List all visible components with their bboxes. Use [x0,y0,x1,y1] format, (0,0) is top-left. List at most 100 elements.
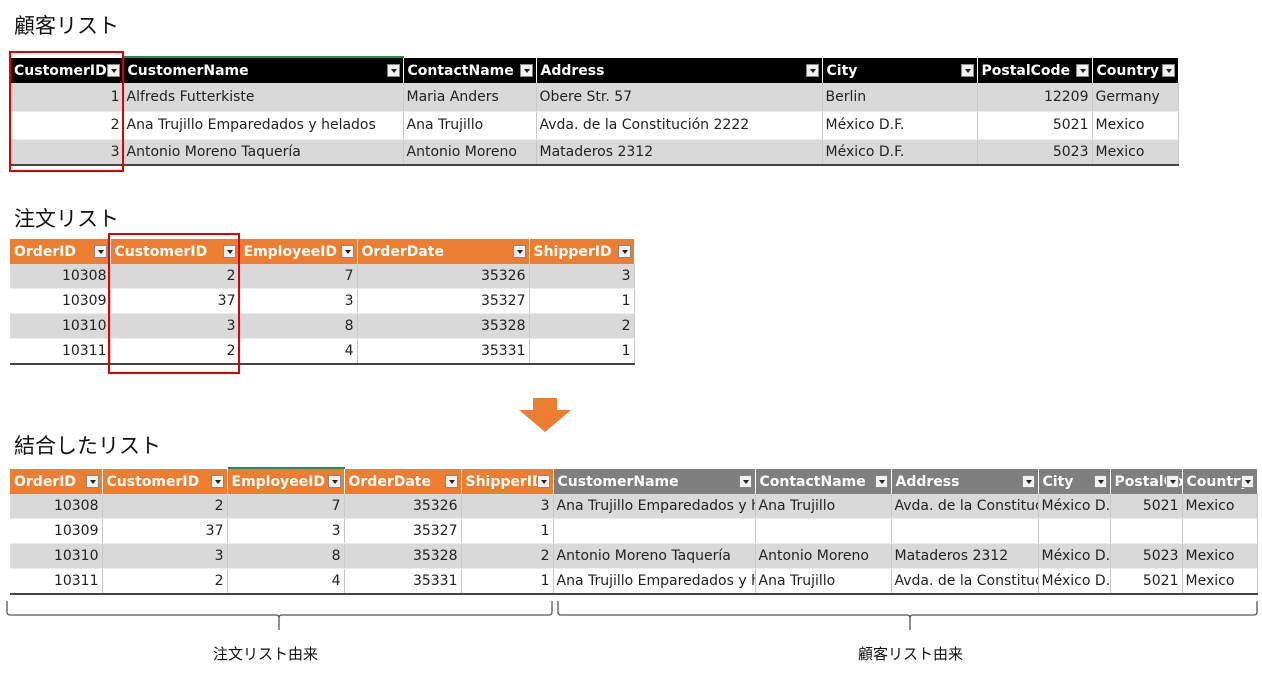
cell[interactable]: 10310 [10,543,103,569]
cell[interactable]: México D.F. [822,111,978,140]
cell[interactable]: Antonio Moreno Taquería [123,139,404,166]
filter-dropdown-icon[interactable] [1093,475,1107,488]
cell[interactable]: 5023 [977,139,1093,166]
col-header-contactname[interactable]: ContactName [403,58,537,83]
cell[interactable]: 12209 [977,83,1093,112]
cell[interactable]: 3 [102,543,228,569]
col-header-postalcode[interactable]: PostalCode [1110,469,1183,494]
cell[interactable]: Avda. de la Constitución 2222 [536,111,823,140]
cell[interactable]: 10311 [10,338,111,365]
col-header-employeeid[interactable]: EmployeeID [227,469,345,494]
cell[interactable]: 35327 [344,518,462,544]
col-header-orderid[interactable]: OrderID [10,469,103,494]
cell[interactable]: 35328 [344,543,462,569]
col-header-contactname[interactable]: ContactName [755,469,892,494]
filter-dropdown-icon[interactable] [1161,64,1175,77]
filter-dropdown-icon[interactable] [536,475,550,488]
cell[interactable]: 4 [239,338,358,365]
cell[interactable]: 7 [239,264,358,289]
col-header-orderid[interactable]: OrderID [10,239,111,264]
filter-dropdown-icon[interactable] [1021,475,1035,488]
cell[interactable]: Mataderos 2312 [536,139,823,166]
cell[interactable]: 8 [239,313,358,339]
col-header-customername[interactable]: CustomerName [553,469,756,494]
filter-dropdown-icon[interactable] [738,475,752,488]
cell[interactable]: 10309 [10,518,103,544]
cell[interactable]: 7 [227,494,345,519]
cell[interactable] [553,518,756,544]
cell[interactable]: 35331 [344,568,462,595]
cell[interactable]: Ana Trujillo Emparedados y helados [553,568,756,595]
cell[interactable] [1182,518,1258,544]
cell[interactable]: Ana Trujillo Emparedados y helados [123,111,404,140]
filter-dropdown-icon[interactable] [519,64,533,77]
cell[interactable]: Germany [1092,83,1179,112]
cell[interactable] [755,518,892,544]
filter-dropdown-icon[interactable] [805,64,819,77]
cell[interactable]: 3 [529,264,635,289]
filter-dropdown-icon[interactable] [874,475,888,488]
filter-dropdown-icon[interactable] [386,64,400,77]
cell[interactable]: 2 [461,543,554,569]
col-header-city[interactable]: City [822,58,978,83]
filter-dropdown-icon[interactable] [1075,64,1089,77]
cell[interactable]: México D.F. [1038,568,1111,595]
cell[interactable]: México D.F. [822,139,978,166]
cell[interactable]: 3 [227,518,345,544]
cell[interactable]: Obere Str. 57 [536,83,823,112]
cell[interactable]: 3 [461,494,554,519]
col-header-customerid[interactable]: CustomerID [102,469,228,494]
cell[interactable]: Avda. de la Constitución 2222 [891,568,1039,595]
cell[interactable]: 2 [529,313,635,339]
cell[interactable]: 1 [529,338,635,365]
cell[interactable]: 2 [102,494,228,519]
cell[interactable]: Berlin [822,83,978,112]
cell[interactable]: Mexico [1092,139,1179,166]
col-header-employeeid[interactable]: EmployeeID [239,239,358,264]
cell[interactable]: Ana Trujillo [755,568,892,595]
col-header-orderdate[interactable]: OrderDate [357,239,530,264]
cell[interactable]: 10308 [10,264,111,289]
filter-dropdown-icon[interactable] [93,245,107,258]
cell[interactable]: 5021 [977,111,1093,140]
cell[interactable]: Mexico [1092,111,1179,140]
col-header-address[interactable]: Address [891,469,1039,494]
col-header-orderdate[interactable]: OrderDate [344,469,462,494]
cell[interactable]: 1 [461,518,554,544]
cell[interactable]: 35326 [357,264,530,289]
cell[interactable] [1038,518,1111,544]
cell[interactable] [891,518,1039,544]
col-header-shipperid[interactable]: ShipperID [529,239,635,264]
cell[interactable] [1110,518,1183,544]
filter-dropdown-icon[interactable] [210,475,224,488]
filter-dropdown-icon[interactable] [327,475,341,488]
col-header-address[interactable]: Address [536,58,823,83]
cell[interactable]: 35326 [344,494,462,519]
cell[interactable]: México D.F. [1038,494,1111,519]
cell[interactable]: 35327 [357,288,530,314]
filter-dropdown-icon[interactable] [1240,475,1254,488]
filter-dropdown-icon[interactable] [340,245,354,258]
cell[interactable]: Mataderos 2312 [891,543,1039,569]
cell[interactable]: 35328 [357,313,530,339]
cell[interactable]: 1 [461,568,554,595]
cell[interactable]: 5023 [1110,543,1183,569]
cell[interactable]: Mexico [1182,568,1258,595]
cell[interactable]: 10309 [10,288,111,314]
cell[interactable]: Avda. de la Constitución 2222 [891,494,1039,519]
cell[interactable]: Ana Trujillo [403,111,537,140]
cell[interactable]: México D.F. [1038,543,1111,569]
cell[interactable]: 5021 [1110,568,1183,595]
cell[interactable]: Antonio Moreno [403,139,537,166]
filter-dropdown-icon[interactable] [512,245,526,258]
cell[interactable]: 3 [239,288,358,314]
cell[interactable]: Mexico [1182,543,1258,569]
col-header-shipperid[interactable]: ShipperID [461,469,554,494]
cell[interactable]: 35331 [357,338,530,365]
filter-dropdown-icon[interactable] [1165,475,1179,488]
col-header-country[interactable]: Country [1182,469,1258,494]
cell[interactable]: Ana Trujillo Emparedados y helados [553,494,756,519]
cell[interactable]: 10310 [10,313,111,339]
filter-dropdown-icon[interactable] [444,475,458,488]
cell[interactable]: 8 [227,543,345,569]
